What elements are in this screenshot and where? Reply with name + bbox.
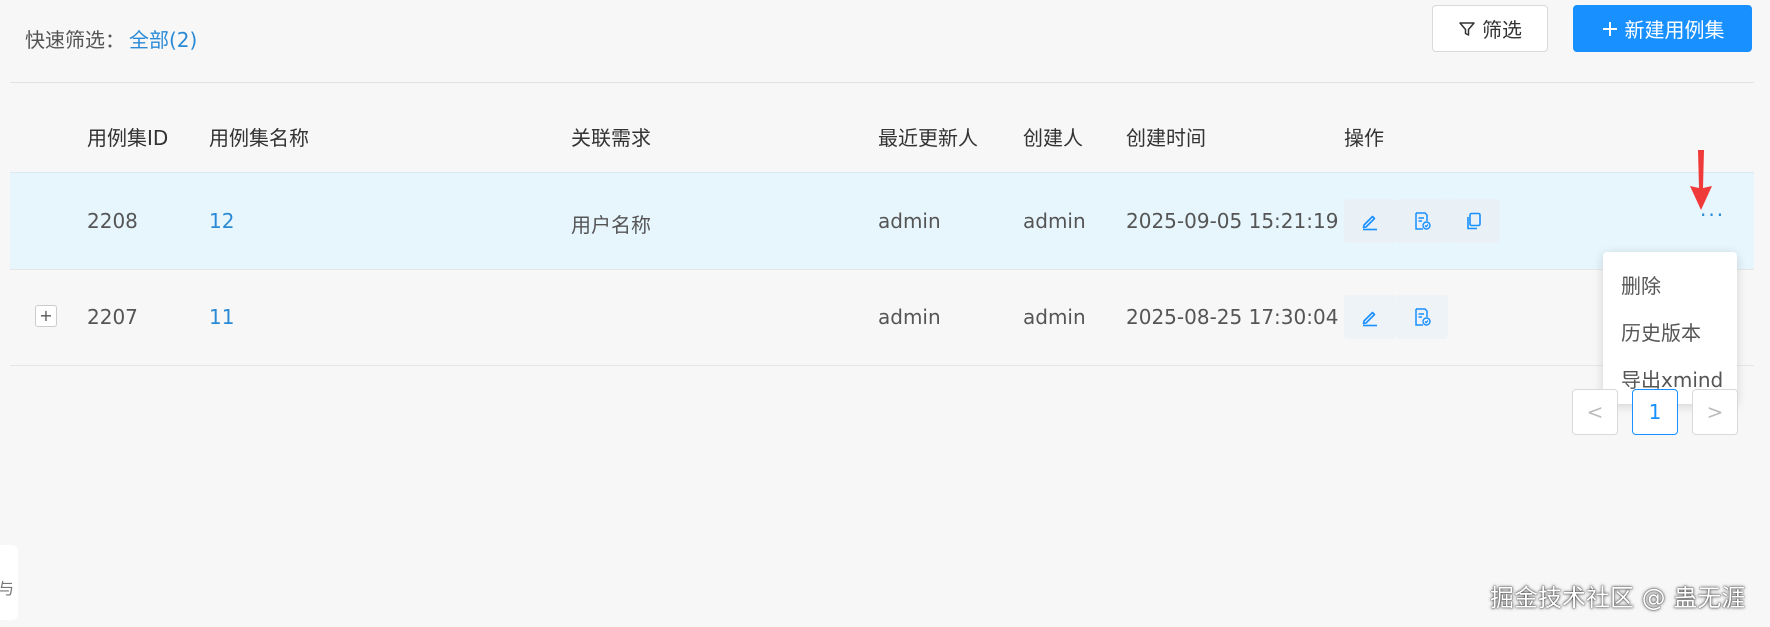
pagination-prev-button[interactable]: < (1572, 389, 1618, 435)
filter-icon (1459, 21, 1475, 36)
filter-button-label: 筛选 (1482, 18, 1522, 42)
header-id: 用例集ID (87, 126, 169, 150)
left-edge-tab[interactable]: 与 (0, 545, 18, 620)
cell-name-link[interactable]: 12 (209, 209, 234, 233)
header-requirement: 关联需求 (571, 126, 651, 150)
menu-item-history-versions[interactable]: 历史版本 (1621, 317, 1701, 346)
table-row[interactable]: + 2207 11 admin admin 2025-08-25 17:30:0… (10, 269, 1754, 366)
plus-icon (1602, 21, 1617, 36)
cell-created-time: 2025-08-25 17:30:04 (1126, 305, 1339, 329)
menu-item-delete[interactable]: 删除 (1621, 270, 1661, 299)
cell-updater: admin (878, 209, 941, 233)
table-row[interactable]: 2208 12 用户名称 admin admin 2025-09-05 15:2… (10, 172, 1754, 270)
quick-filter-label: 快速筛选： (25, 28, 125, 52)
more-actions-dropdown: 删除 历史版本 导出xmind (1603, 252, 1737, 404)
quick-filter: 快速筛选： 全部(2) (25, 24, 197, 53)
toolbar: 快速筛选： 全部(2) 筛选 新建用例集 (0, 0, 1770, 80)
annotation-arrow-icon (1690, 150, 1712, 210)
cell-id: 2207 (87, 305, 138, 329)
new-case-set-button[interactable]: 新建用例集 (1573, 5, 1752, 52)
pagination-next-button[interactable]: > (1692, 389, 1738, 435)
expand-row-button[interactable]: + (35, 305, 57, 327)
cell-requirement: 用户名称 (571, 213, 651, 237)
filter-button[interactable]: 筛选 (1432, 5, 1548, 52)
copy-icon (1467, 212, 1481, 230)
left-edge-text: 与 (0, 579, 15, 598)
document-check-icon (1415, 212, 1431, 230)
edit-icon (1362, 215, 1377, 231)
header-name: 用例集名称 (209, 126, 309, 150)
execute-button[interactable] (1396, 295, 1448, 339)
pagination-page-1[interactable]: 1 (1632, 389, 1678, 435)
new-case-set-label: 新建用例集 (1624, 18, 1725, 42)
quick-filter-all-link[interactable]: 全部(2) (129, 28, 197, 52)
toolbar-divider (10, 82, 1754, 83)
cell-created-time: 2025-09-05 15:21:19 (1126, 209, 1339, 233)
cell-creator: admin (1023, 305, 1086, 329)
cell-id: 2208 (87, 209, 138, 233)
header-actions: 操作 (1344, 126, 1384, 150)
document-check-icon (1415, 308, 1431, 326)
header-creator: 创建人 (1023, 126, 1083, 150)
edit-button[interactable] (1344, 199, 1396, 243)
copy-button[interactable] (1448, 199, 1500, 243)
edit-button[interactable] (1344, 295, 1396, 339)
cell-creator: admin (1023, 209, 1086, 233)
header-created-time: 创建时间 (1126, 126, 1206, 150)
watermark: 掘金技术社区 @ 蛊无涯 (1490, 584, 1746, 612)
edit-icon (1362, 311, 1377, 327)
execute-button[interactable] (1396, 199, 1448, 243)
cell-name-link[interactable]: 11 (209, 305, 234, 329)
header-updater: 最近更新人 (878, 126, 978, 150)
cell-updater: admin (878, 305, 941, 329)
table-header: 用例集ID 用例集名称 关联需求 最近更新人 创建人 创建时间 操作 (10, 100, 1754, 172)
